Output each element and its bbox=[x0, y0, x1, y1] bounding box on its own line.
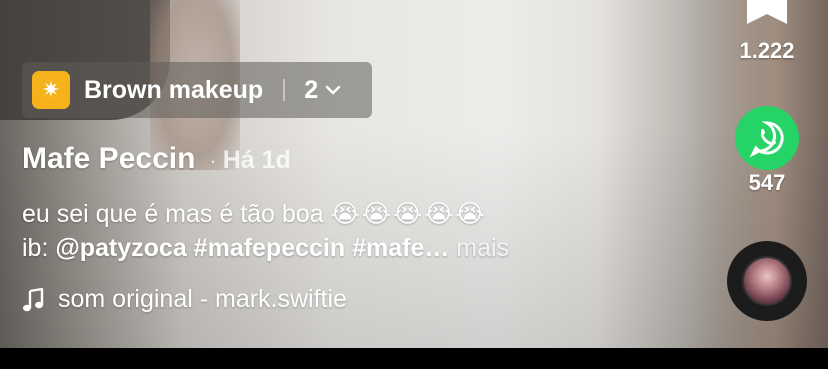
share-count: 547 bbox=[748, 170, 786, 195]
caption-tags[interactable]: @patyzoca #mafepeccin #mafe… bbox=[55, 234, 449, 262]
whatsapp-icon bbox=[749, 121, 784, 158]
bottom-bar bbox=[0, 348, 828, 369]
caption-text: eu sei que é mas é tão boa bbox=[22, 200, 324, 228]
caption-prefix: ib: bbox=[22, 234, 49, 262]
author-name[interactable]: Mafe Peccin bbox=[22, 142, 195, 176]
sound-row[interactable]: som original - mark.swiftie bbox=[22, 285, 347, 314]
caption-line-1: eu sei que é mas é tão boa 😭😭😭😭😭 bbox=[22, 197, 662, 231]
dot-separator: · bbox=[209, 148, 217, 173]
effect-count: 2 bbox=[304, 75, 319, 104]
whatsapp-share-button[interactable] bbox=[735, 106, 799, 170]
sound-label: som original - mark.swiftie bbox=[58, 285, 347, 313]
music-note-icon bbox=[23, 287, 44, 311]
author-row: Mafe Peccin · Há 1d bbox=[22, 142, 291, 176]
more-link[interactable]: mais bbox=[456, 234, 509, 262]
effect-name: Brown makeup bbox=[84, 75, 264, 104]
music-disc-avatar[interactable] bbox=[727, 241, 807, 321]
bookmark-icon[interactable] bbox=[745, 0, 789, 28]
chevron-down-icon bbox=[325, 85, 341, 95]
caption-line-2: ib: @patyzoca #mafepeccin #mafe… mais bbox=[22, 231, 662, 265]
effect-divider bbox=[283, 79, 286, 101]
bookmark-count: 1.222 bbox=[739, 38, 795, 63]
effect-pill[interactable]: ✷ Brown makeup 2 bbox=[22, 62, 372, 118]
sparkle-effect-icon: ✷ bbox=[32, 71, 70, 109]
disc-cover-image bbox=[742, 256, 792, 306]
post-caption[interactable]: eu sei que é mas é tão boa 😭😭😭😭😭 ib: @pa… bbox=[22, 197, 662, 265]
post-time: Há 1d bbox=[222, 146, 291, 174]
crying-emojis: 😭😭😭😭😭 bbox=[330, 200, 487, 228]
